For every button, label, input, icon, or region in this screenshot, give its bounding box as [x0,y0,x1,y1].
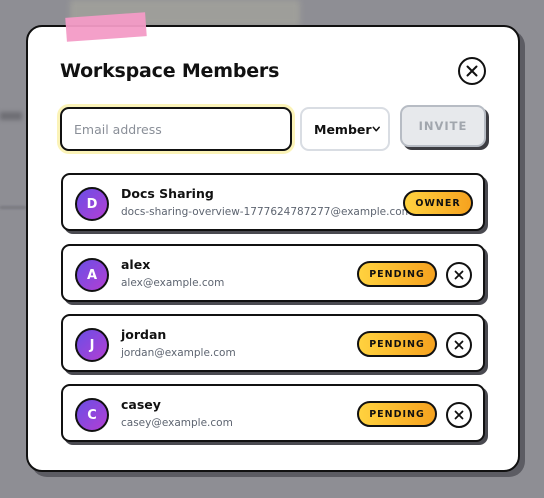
close-modal-button[interactable] [458,57,486,85]
close-icon [466,65,478,77]
member-email: docs-sharing-overview-1777624787277@exam… [121,206,412,218]
background-blur [0,112,22,120]
pending-badge: PENDING [357,331,437,357]
close-icon [454,270,464,280]
role-select-value: Member [314,121,372,137]
invite-button[interactable]: INVITE [400,105,486,147]
close-icon [454,340,464,350]
remove-member-button[interactable] [446,402,472,428]
chevron-down-icon [372,126,380,132]
avatar: A [75,258,109,292]
member-email: jordan@example.com [121,347,236,359]
remove-member-button[interactable] [446,262,472,288]
modal-title: Workspace Members [60,60,280,82]
avatar: J [75,328,109,362]
role-select[interactable]: Member [300,107,390,151]
email-input[interactable] [60,107,292,151]
member-row: C casey casey@example.com PENDING [61,384,485,442]
remove-member-button[interactable] [446,332,472,358]
member-email: alex@example.com [121,277,225,289]
workspace-members-modal: Workspace Members Member INVITE D Docs S… [26,25,520,472]
background-blur [0,206,26,209]
member-row: J jordan jordan@example.com PENDING [61,314,485,372]
close-icon [454,410,464,420]
member-email: casey@example.com [121,417,233,429]
pending-badge: PENDING [357,401,437,427]
owner-badge: OWNER [403,190,473,216]
pending-badge: PENDING [357,261,437,287]
member-name: alex [121,257,151,272]
avatar: D [75,187,109,221]
avatar: C [75,398,109,432]
member-name: Docs Sharing [121,186,214,201]
member-name: casey [121,397,161,412]
member-row: A alex alex@example.com PENDING [61,244,485,302]
member-name: jordan [121,327,167,342]
member-row: D Docs Sharing docs-sharing-overview-177… [61,173,485,231]
